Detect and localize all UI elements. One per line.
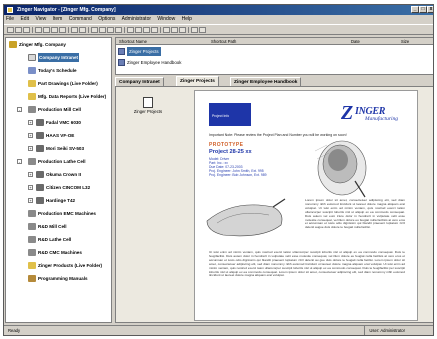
tab-zinger-projects[interactable]: Zinger Projects [176, 76, 219, 86]
refresh-icon[interactable] [143, 27, 150, 33]
copy-icon[interactable] [43, 27, 50, 33]
new-icon[interactable] [7, 27, 14, 33]
globe-icon [28, 54, 36, 61]
status-bar: Ready User: Administrator [4, 325, 433, 335]
machine-cell-icon [28, 236, 36, 243]
cascade-icon[interactable] [199, 27, 206, 33]
app-icon [7, 7, 13, 13]
calendar-icon [28, 67, 36, 74]
expand-icon[interactable]: + [28, 133, 33, 138]
logo-mark: Z [341, 102, 354, 124]
machine-cell-icon [28, 249, 36, 256]
column-shortcut-name[interactable]: Shortcut Name [119, 38, 147, 45]
expand-icon[interactable]: + [28, 120, 33, 125]
shortcut-icon [118, 59, 125, 66]
column-size[interactable]: Size [401, 38, 409, 45]
properties-icon[interactable] [71, 27, 78, 33]
title-bar: Zinger Navigator - [Zinger Mfg. Company]… [4, 5, 433, 15]
large-icons-icon[interactable] [91, 27, 98, 33]
lathe-icon [36, 184, 44, 191]
lathe-icon [36, 171, 44, 178]
document-preview[interactable]: Project Info Z INGER Manufacturing Impor… [194, 90, 418, 321]
body-text: Lorem ipsum dolor sit amet, consectetuer… [305, 199, 405, 230]
menu-edit[interactable]: Edit [20, 16, 29, 22]
cnc-machine-icon [36, 119, 44, 126]
menu-administrator[interactable]: Administrator [122, 16, 151, 22]
status-text: Ready [8, 328, 21, 333]
small-icons-icon[interactable] [99, 27, 106, 33]
prototype-label: PROTOTYPE [209, 142, 244, 148]
project-title: Project 28-25 xx [209, 149, 252, 155]
menu-item[interactable]: Item [53, 16, 63, 22]
content-pane: Zinger Projects Project Info Z INGER Man… [115, 86, 433, 323]
menu-options[interactable]: Options [98, 16, 115, 22]
minimize-button[interactable]: _ [411, 6, 419, 13]
golf-club-side-image [206, 198, 286, 237]
back-icon[interactable] [127, 27, 134, 33]
meta-engineer-2: Proj. Engineer: Bob Johnson, Ext. 989 [209, 173, 267, 177]
machine-cell-icon [28, 210, 36, 217]
help-icon[interactable] [79, 27, 86, 33]
list-item[interactable]: Zinger Employee Handbook [127, 58, 181, 67]
menu-help[interactable]: Help [182, 16, 192, 22]
list-item[interactable]: Zinger Projects [127, 47, 161, 56]
home-icon[interactable] [151, 27, 158, 33]
expand-icon[interactable]: + [28, 146, 33, 151]
open-icon[interactable] [15, 27, 22, 33]
folder-icon [28, 93, 36, 100]
paste-icon[interactable] [51, 27, 58, 33]
close-button[interactable]: x [427, 6, 433, 13]
column-date[interactable]: Date [351, 38, 360, 45]
tab-company-intranet[interactable]: Company Intranet [115, 77, 164, 86]
machine-cell-icon [28, 223, 36, 230]
golf-club-head-image [314, 140, 367, 198]
details-view-icon[interactable] [115, 27, 122, 33]
document-icon[interactable] [143, 97, 153, 108]
window-title: Zinger Navigator - [Zinger Mfg. Company] [17, 7, 116, 13]
navigator-tree[interactable]: Zinger Mfg. Company Company Intranet Tod… [5, 37, 112, 323]
cnc-machine-icon [36, 145, 44, 152]
toolbar [4, 24, 433, 35]
cnc-machine-icon [36, 132, 44, 139]
menu-bar: File Edit View Item Command Options Admi… [4, 15, 433, 24]
expand-icon[interactable]: + [28, 198, 33, 203]
expand-icon[interactable]: + [28, 185, 33, 190]
save-icon[interactable] [23, 27, 30, 33]
body-text: Ut wisi enim ad minim veniam, quis nostr… [209, 251, 405, 278]
company-logo: Z INGER Manufacturing [341, 102, 398, 124]
machine-cell-icon [28, 158, 36, 165]
status-user: User: Administrator [364, 326, 405, 335]
column-shortcut-path[interactable]: Shortcut Path [211, 38, 236, 45]
list-view-icon[interactable] [107, 27, 114, 33]
doc-header-block: Project Info [209, 103, 251, 126]
zoom-icon[interactable] [179, 27, 186, 33]
delete-icon[interactable] [59, 27, 66, 33]
tab-strip: Company Intranet Zinger Projects Zinger … [115, 76, 433, 86]
find-icon[interactable] [171, 27, 178, 33]
thumb-label: Zinger Projects [133, 109, 163, 114]
building-icon [9, 41, 17, 48]
app-window: Zinger Navigator - [Zinger Mfg. Company]… [3, 4, 434, 336]
machine-cell-icon [28, 106, 36, 113]
maximize-button[interactable]: □ [419, 6, 427, 13]
print-icon[interactable] [163, 27, 170, 33]
collapse-icon[interactable]: - [17, 159, 22, 164]
menu-file[interactable]: File [6, 16, 14, 22]
forward-icon[interactable] [135, 27, 142, 33]
lathe-icon [36, 197, 44, 204]
list-header: Shortcut Name Shortcut Path Date Size [116, 38, 433, 45]
cut-icon[interactable] [35, 27, 42, 33]
menu-view[interactable]: View [35, 16, 46, 22]
menu-command[interactable]: Command [69, 16, 92, 22]
collapse-icon[interactable]: - [17, 107, 22, 112]
tile-icon[interactable] [191, 27, 198, 33]
folder-icon [28, 262, 36, 269]
shortcut-list[interactable]: Shortcut Name Shortcut Path Date Size Zi… [115, 37, 433, 75]
menu-window[interactable]: Window [157, 16, 175, 22]
expand-icon[interactable]: + [28, 172, 33, 177]
tab-employee-handbook[interactable]: Zinger Employee Handbook [230, 77, 302, 86]
folder-icon [28, 80, 36, 87]
book-icon [28, 275, 36, 282]
shortcut-icon [118, 48, 125, 55]
